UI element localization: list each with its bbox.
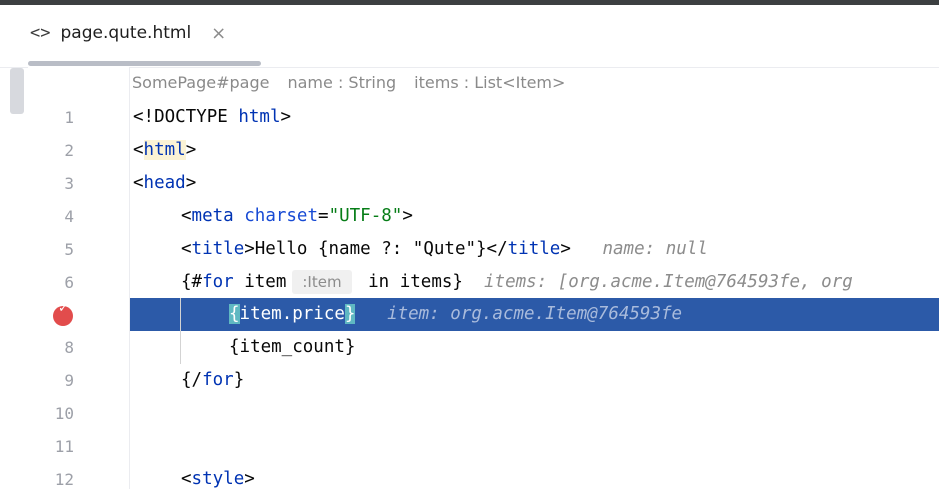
code-line-6: 6 {#for item:Item in items} items: [org.… — [0, 266, 939, 299]
code-text[interactable]: <head> — [133, 167, 196, 200]
code-line-7: {item.price} item: org.acme.Item@764593f… — [0, 298, 939, 331]
code-line-1: 1 <!DOCTYPE html> — [0, 101, 939, 134]
close-icon[interactable]: × — [211, 23, 226, 44]
line-number: 4 — [64, 207, 74, 226]
code-line-3: 3 <head> — [0, 167, 939, 200]
code-line-10: 10 — [0, 397, 939, 430]
code-line-8: 8 {item_count} — [0, 331, 939, 364]
code-text[interactable]: <title>Hello {name ?: "Qute"}</title> na… — [181, 233, 708, 266]
debug-value-hint: items: [org.acme.Item@764593fe, org — [484, 272, 853, 292]
line-number: 2 — [64, 141, 74, 160]
inlay-param-items: items : List<Item> — [414, 73, 566, 92]
type-hint-chip: :Item — [292, 270, 352, 294]
line-number: 3 — [64, 174, 74, 193]
html-file-icon: <> — [30, 23, 51, 43]
code-text[interactable]: {#for item:Item in items} items: [org.ac… — [181, 266, 853, 299]
active-tab-indicator — [28, 61, 261, 66]
template-params-inlay: SomePage#page name : String items : List… — [132, 73, 565, 92]
line-number: 8 — [64, 338, 74, 357]
line-number: 1 — [64, 108, 74, 127]
code-line-5: 5 <title>Hello {name ?: "Qute"}</title> … — [0, 233, 939, 266]
debug-value-hint: name: null — [602, 239, 708, 259]
code-text[interactable]: {item.price} item: org.acme.Item@764593f… — [229, 298, 682, 331]
line-number: 11 — [54, 437, 74, 456]
code-text[interactable]: <html> — [133, 134, 196, 167]
tab-page-qute-html[interactable]: <> page.qute.html × — [30, 5, 226, 61]
code-line-4: 4 <meta charset="UTF-8"> — [0, 200, 939, 233]
inlay-page: SomePage#page — [132, 73, 270, 92]
code-line-9: 9 {/for} — [0, 364, 939, 397]
code-text[interactable]: {item_count} — [229, 331, 355, 364]
line-number: 5 — [64, 240, 74, 259]
inlay-param-name: name : String — [287, 73, 397, 92]
line-number: 10 — [54, 404, 74, 423]
code-line-2: 2 <html> — [0, 134, 939, 167]
tab-label: page.qute.html — [60, 23, 192, 43]
code-text[interactable]: <meta charset="UTF-8"> — [181, 200, 413, 233]
line-number: 9 — [64, 371, 74, 390]
code-text[interactable]: <!DOCTYPE html> — [133, 101, 291, 134]
check-icon: ✓ — [58, 301, 69, 316]
code-text[interactable]: {/for} — [181, 364, 244, 397]
editor-tab-bar: <> page.qute.html × — [0, 5, 939, 68]
code-line-12: 12 <style> — [0, 463, 939, 496]
line-number: 12 — [54, 470, 74, 489]
code-line-11: 11 — [0, 430, 939, 463]
code-text[interactable]: <style> — [181, 463, 255, 496]
line-number: 6 — [64, 273, 74, 292]
debug-value-hint: item: org.acme.Item@764593fe — [387, 304, 683, 324]
